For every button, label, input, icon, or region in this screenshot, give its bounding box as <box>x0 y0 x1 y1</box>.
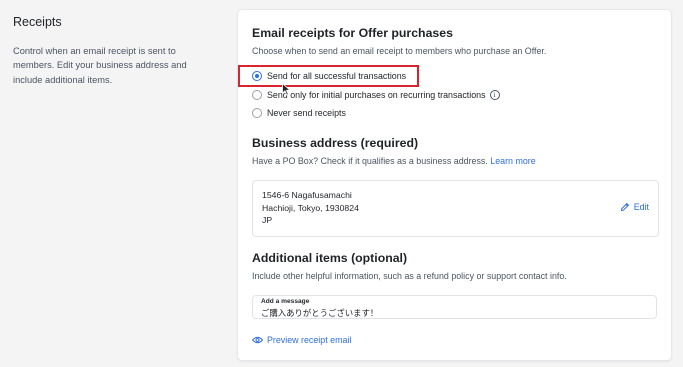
message-field-label: Add a message <box>261 298 310 305</box>
email-receipts-heading: Email receipts for Offer purchases <box>252 26 453 40</box>
email-receipts-description: Choose when to send an email receipt to … <box>252 46 547 56</box>
message-field-value[interactable]: ご購入ありがとうございます！ <box>261 307 378 319</box>
mouse-cursor-icon <box>282 83 291 96</box>
address-box: 1546-6 Nagafusamachi Hachioji, Tokyo, 19… <box>252 180 659 237</box>
address-line-3: JP <box>262 215 273 225</box>
radio-button[interactable] <box>252 108 262 118</box>
pencil-icon <box>620 202 629 212</box>
preview-receipt-email-button[interactable]: Preview receipt email <box>252 335 351 345</box>
highlight-box <box>238 65 419 87</box>
section-description: Control when an email receipt is sent to… <box>13 46 187 85</box>
additional-items-description: Include other helpful information, such … <box>252 271 567 281</box>
additional-items-heading: Additional items (optional) <box>252 251 408 265</box>
learn-more-link[interactable]: Learn more <box>490 156 535 166</box>
address-line-2: Hachioji, Tokyo, 1930824 <box>262 203 359 213</box>
preview-receipt-email-label: Preview receipt email <box>267 335 352 345</box>
edit-address-label: Edit <box>633 202 649 212</box>
radio-option-label: Never send receipts <box>267 108 346 118</box>
address-line-1: 1546-6 Nagafusamachi <box>262 190 352 200</box>
info-icon[interactable]: i <box>489 90 500 100</box>
message-field[interactable]: Add a message ご購入ありがとうございます！ <box>252 295 657 319</box>
business-address-description: Have a PO Box? Check if it qualifies as … <box>252 156 536 166</box>
settings-card: Email receipts for Offer purchases Choos… <box>237 9 672 361</box>
business-address-heading: Business address (required) <box>252 136 419 150</box>
radio-option-never-send[interactable]: Never send receipts <box>252 106 346 120</box>
edit-address-button[interactable]: Edit <box>620 202 649 212</box>
eye-icon <box>252 336 263 344</box>
section-title: Receipts <box>13 15 62 29</box>
business-address-description-text: Have a PO Box? Check if it qualifies as … <box>252 156 488 166</box>
radio-button[interactable] <box>252 90 262 100</box>
radio-option-label: Send only for initial purchases on recur… <box>267 90 486 100</box>
